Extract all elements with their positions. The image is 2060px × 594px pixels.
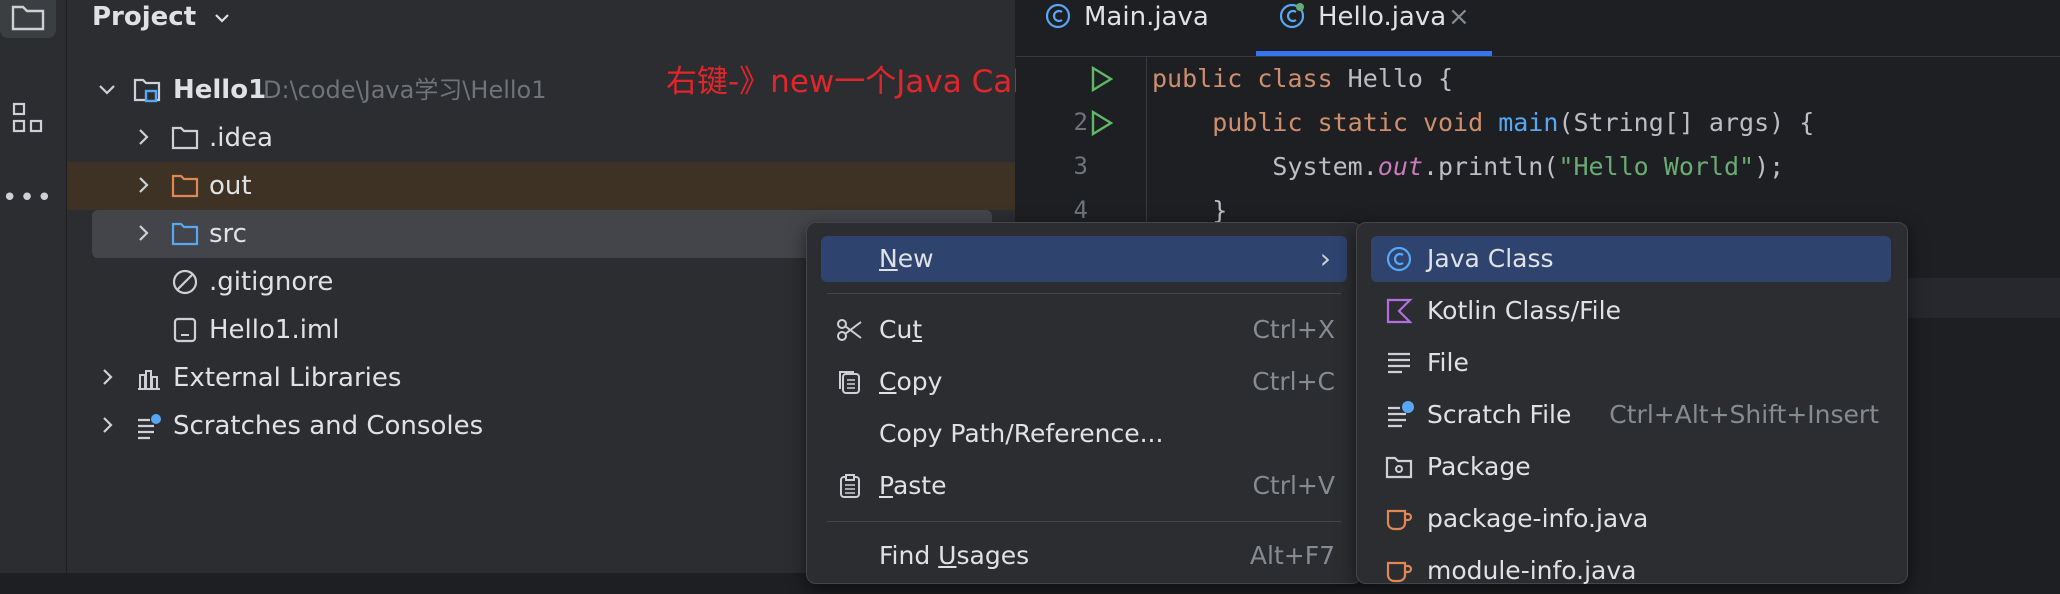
java-class-icon bbox=[1045, 3, 1071, 29]
scratch-file-icon bbox=[1388, 401, 1414, 428]
chevron-right-icon[interactable] bbox=[97, 415, 117, 435]
annotation-text: 右键-》new一个Java Calass bbox=[666, 64, 1073, 100]
file-icon bbox=[173, 317, 197, 343]
shortcut-label: Ctrl+X bbox=[1252, 315, 1335, 344]
menu-item-copy[interactable]: Copy Ctrl+C bbox=[821, 359, 1347, 405]
folder-icon bbox=[11, 5, 45, 31]
submenu-item-package-info[interactable]: package-info.java bbox=[1371, 496, 1891, 542]
shortcut-label: Ctrl+V bbox=[1252, 471, 1335, 500]
tree-item-label: .idea bbox=[209, 123, 273, 153]
shortcut-label: Ctrl+Alt+Shift+Insert bbox=[1609, 400, 1879, 429]
menu-item-copy-path[interactable]: Copy Path/Reference... bbox=[821, 411, 1347, 457]
project-tool-button[interactable] bbox=[0, 0, 56, 38]
tree-item-label: out bbox=[209, 171, 252, 201]
new-submenu: Java Class Kotlin Class/File File Scratc… bbox=[1356, 222, 1908, 585]
library-icon bbox=[138, 370, 160, 390]
tab-main-java[interactable]: Main.java bbox=[1040, 0, 1250, 56]
submenu-item-module-info[interactable]: module-info.java bbox=[1371, 548, 1891, 594]
submenu-item-package[interactable]: Package bbox=[1371, 444, 1891, 490]
tab-label: Hello.java bbox=[1318, 2, 1447, 32]
line-number: 3 bbox=[1073, 152, 1088, 180]
scratches-icon bbox=[138, 414, 161, 440]
shortcut-label: Alt+F7 bbox=[1249, 541, 1335, 570]
tree-item-label: src bbox=[209, 219, 247, 249]
tree-item-label: .gitignore bbox=[209, 267, 334, 297]
menu-item-find-usages[interactable]: Find Usages Alt+F7 bbox=[821, 533, 1347, 579]
context-menu: New › Cut Ctrl+X Copy Ctrl+C Copy Path/R… bbox=[806, 222, 1362, 584]
run-icon[interactable] bbox=[1090, 66, 1114, 92]
shortcut-label: Ctrl+C bbox=[1252, 367, 1335, 396]
code-line-3[interactable]: System.out.println("Hello World"); bbox=[1152, 150, 1784, 184]
tree-item-out[interactable]: out bbox=[67, 162, 1015, 210]
project-panel-title[interactable]: Project bbox=[92, 0, 231, 34]
chevron-down-icon[interactable] bbox=[97, 79, 117, 99]
tab-close-icon[interactable]: × bbox=[1448, 0, 1470, 34]
tree-item-label: Hello1.iml bbox=[209, 315, 340, 345]
copy-icon bbox=[839, 371, 860, 394]
java-class-icon bbox=[1279, 3, 1305, 29]
menu-item-paste[interactable]: Paste Ctrl+V bbox=[821, 463, 1347, 509]
run-icon[interactable] bbox=[1090, 110, 1114, 136]
kotlin-icon bbox=[1386, 298, 1413, 324]
more-tools-button[interactable]: ••• bbox=[0, 176, 56, 220]
tree-item-label: Scratches and Consoles bbox=[173, 411, 484, 441]
chevron-right-icon[interactable] bbox=[133, 223, 153, 243]
structure-icon bbox=[12, 102, 43, 133]
file-lines-icon bbox=[1388, 352, 1410, 374]
java-class-icon bbox=[1386, 246, 1412, 272]
folder-icon bbox=[171, 222, 199, 246]
line-number: 4 bbox=[1073, 196, 1088, 224]
submenu-item-file[interactable]: File bbox=[1371, 340, 1891, 386]
tool-window-strip: ••• bbox=[0, 0, 67, 573]
structure-tool-button[interactable] bbox=[0, 96, 56, 140]
tree-item-label: Hello1 bbox=[173, 75, 267, 105]
tab-hello-java[interactable]: Hello.java × bbox=[1256, 0, 1496, 56]
package-info-icon bbox=[1386, 509, 1413, 531]
chevron-right-icon: › bbox=[1319, 242, 1331, 275]
module-info-icon bbox=[1386, 561, 1413, 583]
paste-icon bbox=[840, 474, 860, 498]
folder-icon bbox=[171, 126, 199, 150]
chevron-right-icon[interactable] bbox=[133, 175, 153, 195]
tree-item-idea[interactable]: .idea bbox=[67, 114, 1015, 162]
code-line-2[interactable]: public static void main(String[] args) { bbox=[1152, 106, 1814, 140]
module-icon bbox=[133, 78, 161, 103]
tab-label: Main.java bbox=[1084, 2, 1209, 32]
submenu-item-scratch-file[interactable]: Scratch File Ctrl+Alt+Shift+Insert bbox=[1371, 392, 1891, 438]
ignore-icon bbox=[172, 269, 198, 295]
menu-separator bbox=[827, 293, 1341, 294]
code-line-1[interactable]: public class Hello { bbox=[1152, 62, 1453, 96]
menu-item-new[interactable]: New › bbox=[821, 236, 1347, 282]
chevron-right-icon[interactable] bbox=[133, 127, 153, 147]
tree-item-path: D:\code\Java学习\Hello1 bbox=[263, 76, 547, 104]
tree-item-label: External Libraries bbox=[173, 363, 402, 393]
package-icon bbox=[1385, 456, 1413, 479]
chevron-down-icon bbox=[215, 13, 229, 23]
project-title-label: Project bbox=[92, 2, 197, 32]
active-tab-indicator bbox=[1256, 51, 1492, 56]
menu-separator bbox=[827, 521, 1341, 522]
chevron-right-icon[interactable] bbox=[97, 367, 117, 387]
line-number: 2 bbox=[1073, 108, 1088, 136]
scissors-icon bbox=[837, 319, 862, 341]
submenu-item-java-class[interactable]: Java Class bbox=[1371, 236, 1891, 282]
submenu-item-kotlin-class[interactable]: Kotlin Class/File bbox=[1371, 288, 1891, 334]
folder-icon bbox=[171, 174, 199, 198]
menu-item-cut[interactable]: Cut Ctrl+X bbox=[821, 307, 1347, 353]
